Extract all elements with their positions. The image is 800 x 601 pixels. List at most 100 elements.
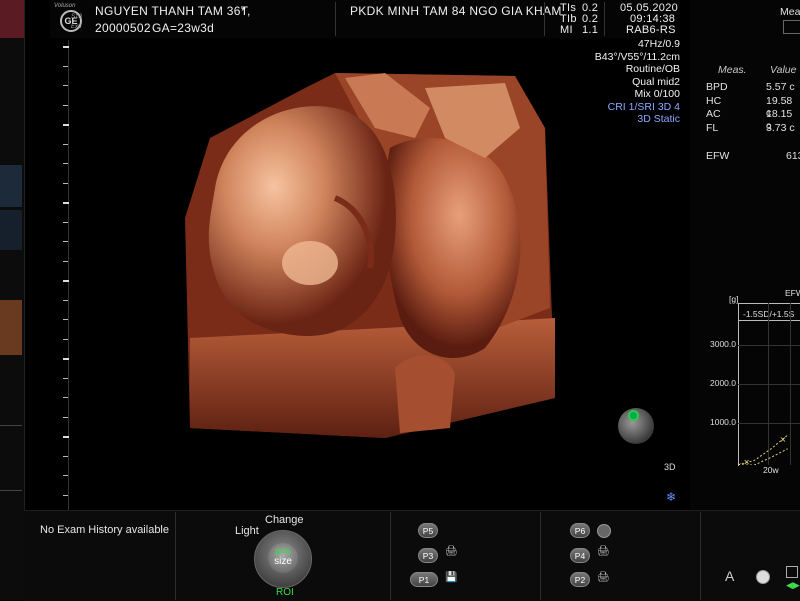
depth-tick: [63, 494, 68, 496]
orientation-marker-icon: [628, 410, 639, 421]
bodymark-icon[interactable]: [756, 570, 770, 584]
render-mode: CRI 1/SRI 3D 4: [607, 100, 680, 113]
view-3d-label: 3D: [664, 462, 676, 472]
roi-label: ROI: [276, 587, 294, 598]
brand-label: Voluson: [54, 3, 76, 9]
thumbnail-image[interactable]: [0, 300, 22, 355]
model-label: S10: [71, 14, 82, 20]
patient-marker: *: [241, 4, 246, 18]
thumbnail-image[interactable]: [0, 210, 22, 250]
bar-separator: [700, 512, 701, 600]
depth-tick: [63, 65, 68, 67]
bar-separator: [175, 512, 176, 600]
scan-angle: B43°/V55°/11.2cm: [594, 50, 680, 63]
depth-tick: [63, 182, 68, 184]
fetal-3d-render[interactable]: [185, 68, 560, 440]
depth-tick: [63, 241, 68, 242]
knob-size-label: size: [274, 556, 292, 567]
efw-label: EFW: [706, 150, 730, 162]
divider: [0, 490, 22, 491]
patient-name: NGUYEN THANH TAM 36T,: [95, 4, 251, 18]
depth-tick: [63, 221, 68, 223]
efw-chart-plot: ×××: [738, 434, 788, 465]
freeze-snowflake-icon: ❄: [666, 490, 677, 504]
printer-icon[interactable]: 🖨: [597, 546, 610, 557]
x-tick-label: 20w: [763, 465, 779, 475]
arrow-icon[interactable]: ◀▶: [786, 580, 800, 591]
depth-tick: [63, 436, 69, 438]
measurement-name: HC: [706, 94, 722, 107]
depth-tick: [63, 416, 68, 418]
depth-tick: [63, 85, 68, 86]
mi-value: 1.1: [582, 24, 599, 36]
efw-data-marker: ×: [743, 458, 750, 465]
y-tick-label: 1000.0: [710, 417, 736, 427]
depth-tick: [63, 46, 69, 48]
mi-label: MI: [560, 24, 573, 36]
thumbnail-image[interactable]: [0, 165, 22, 207]
left-header-tab[interactable]: [0, 0, 24, 38]
light-label: Light: [235, 525, 259, 537]
patient-id: 20000502: [95, 21, 151, 35]
depth-tick: [63, 397, 68, 398]
preset: Routine/OB: [625, 63, 680, 75]
depth-tick: [63, 104, 68, 106]
p2-button[interactable]: P2: [570, 572, 590, 587]
mix: Mix 0/100: [634, 88, 680, 100]
exam-history-status: No Exam History available: [40, 524, 169, 536]
depth-tick: [63, 319, 68, 320]
header-separator: [335, 2, 336, 36]
printer-icon[interactable]: 🖨: [445, 546, 458, 557]
depth-tick: [63, 377, 68, 379]
bar-separator: [390, 512, 391, 600]
meas-column-header: Meas.: [718, 64, 747, 76]
depth-ruler: [68, 40, 69, 510]
depth-tick: [63, 475, 68, 476]
measurement-name: FL: [706, 121, 719, 134]
change-label: Change: [265, 514, 304, 526]
header-separator: [604, 2, 605, 36]
depth-tick: [63, 260, 68, 262]
efw-data-marker: ×: [738, 461, 742, 465]
depth-tick: [63, 299, 68, 301]
depth-tick: [63, 143, 68, 145]
depth-tick: [63, 202, 69, 204]
depth-tick: [63, 358, 69, 360]
acquisition-params: 47Hz/0.9 B43°/V55°/11.2cm Routine/OB Qua…: [595, 38, 680, 126]
panel-title: Mea: [780, 6, 800, 18]
y-tick-label: 2000.0: [710, 378, 736, 388]
divider: [0, 425, 22, 426]
p1-button[interactable]: P1: [410, 572, 438, 587]
bar-separator: [540, 512, 541, 600]
model-sub-label: Exp: [71, 24, 82, 30]
probe-name: RAB6-RS: [626, 24, 676, 36]
depth-tick: [63, 455, 68, 457]
monitor-icon[interactable]: [786, 566, 798, 578]
measurement-value: 3.73 c: [766, 121, 795, 134]
value-column-header: Value: [770, 64, 797, 76]
chart-title: EFW: [785, 288, 800, 298]
p3-button[interactable]: P3: [418, 548, 438, 563]
header-separator: [544, 2, 545, 36]
p4-button[interactable]: P4: [570, 548, 590, 563]
efw-value: 613: [786, 150, 800, 162]
depth-tick: [63, 338, 68, 340]
p6-button[interactable]: P6: [570, 523, 590, 538]
static-mode: 3D Static: [637, 113, 680, 125]
record-icon[interactable]: [597, 524, 611, 538]
annotation-a-icon[interactable]: A: [725, 568, 734, 584]
gestational-age: GA=23w3d: [152, 21, 215, 35]
depth-tick: [63, 280, 69, 282]
quality: Qual mid2: [632, 75, 680, 88]
measurement-name: BPD: [706, 81, 728, 93]
efw-data-marker: ×: [780, 435, 787, 444]
depth-tick: [63, 163, 68, 164]
save-3d-icon[interactable]: 💾: [445, 572, 457, 583]
p5-button[interactable]: P5: [418, 523, 438, 538]
panel-tab[interactable]: [783, 20, 800, 34]
measurement-value: 5.57 c: [766, 81, 795, 93]
frame-rate: 47Hz/0.9: [637, 38, 680, 50]
institution-name: PKDK MINH TAM 84 NGO GIA KHAM: [350, 4, 562, 18]
printer-icon[interactable]: 🖨: [597, 572, 610, 583]
ge-logo: Voluson GE S10 Exp: [52, 2, 92, 36]
